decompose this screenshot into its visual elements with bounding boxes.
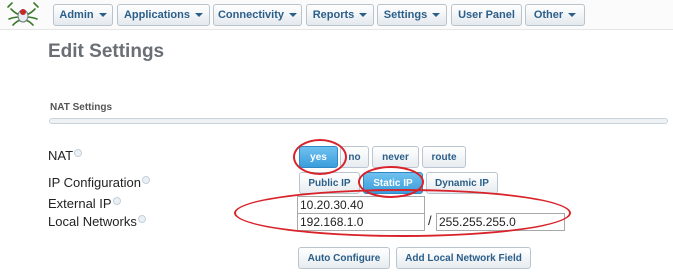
- nat-label: NAT: [48, 148, 74, 163]
- help-icon[interactable]: [142, 175, 150, 184]
- help-icon[interactable]: [137, 214, 146, 223]
- nav-user-panel-label: User Panel: [458, 9, 515, 21]
- chevron-down-icon: [432, 13, 441, 17]
- chevron-down-icon: [359, 13, 368, 17]
- nav-settings[interactable]: Settings: [377, 4, 447, 26]
- nav-applications-label: Applications: [123, 9, 190, 21]
- ip-option-public[interactable]: Public IP: [299, 172, 360, 194]
- chevron-down-icon: [568, 13, 577, 17]
- chevron-down-icon: [98, 13, 107, 17]
- add-local-network-field-button[interactable]: Add Local Network Field: [396, 247, 531, 269]
- nat-option-route[interactable]: route: [422, 146, 466, 168]
- nav-user-panel[interactable]: User Panel: [451, 4, 522, 26]
- external-ip-field[interactable]: [297, 196, 425, 214]
- nat-option-no[interactable]: no: [340, 146, 369, 168]
- nat-label-row: NAT: [48, 148, 83, 163]
- nav-reports-label: Reports: [312, 9, 355, 21]
- nav-connectivity-label: Connectivity: [217, 9, 284, 21]
- logo-icon[interactable]: [5, 1, 41, 28]
- chevron-down-icon: [289, 13, 297, 17]
- ip-option-dynamic[interactable]: Dynamic IP: [426, 172, 498, 194]
- ip-option-static[interactable]: Static IP: [363, 172, 423, 194]
- nav-admin-label: Admin: [59, 9, 94, 21]
- nav-settings-label: Settings: [383, 9, 428, 21]
- section-divider: [49, 118, 668, 124]
- auto-configure-button[interactable]: Auto Configure: [298, 247, 390, 269]
- local-networks-label-row: Local Networks: [48, 214, 146, 229]
- section-title: NAT Settings: [50, 102, 113, 113]
- external-ip-label: External IP: [48, 196, 112, 211]
- chevron-down-icon: [195, 13, 203, 17]
- help-icon[interactable]: [112, 196, 121, 205]
- local-networks-label: Local Networks: [48, 214, 137, 229]
- ip-config-label-row: IP Configuration: [48, 175, 150, 190]
- top-navbar: Admin Applications Connectivity Reports …: [0, 0, 673, 30]
- local-network-address-field[interactable]: [297, 213, 425, 231]
- nat-option-never[interactable]: never: [372, 146, 419, 168]
- external-ip-label-row: External IP: [48, 196, 121, 211]
- nav-applications[interactable]: Applications: [117, 4, 210, 26]
- page-title: Edit Settings: [48, 41, 165, 62]
- nav-connectivity[interactable]: Connectivity: [213, 4, 302, 26]
- nav-admin[interactable]: Admin: [53, 4, 113, 26]
- nav-other[interactable]: Other: [525, 4, 585, 26]
- ip-config-label: IP Configuration: [48, 175, 141, 190]
- nav-other-label: Other: [533, 9, 564, 21]
- local-network-netmask-field[interactable]: [436, 213, 565, 231]
- netmask-separator: /: [428, 213, 432, 228]
- nav-reports[interactable]: Reports: [306, 4, 374, 26]
- help-icon[interactable]: [74, 148, 83, 157]
- nat-option-yes[interactable]: yes: [299, 146, 338, 168]
